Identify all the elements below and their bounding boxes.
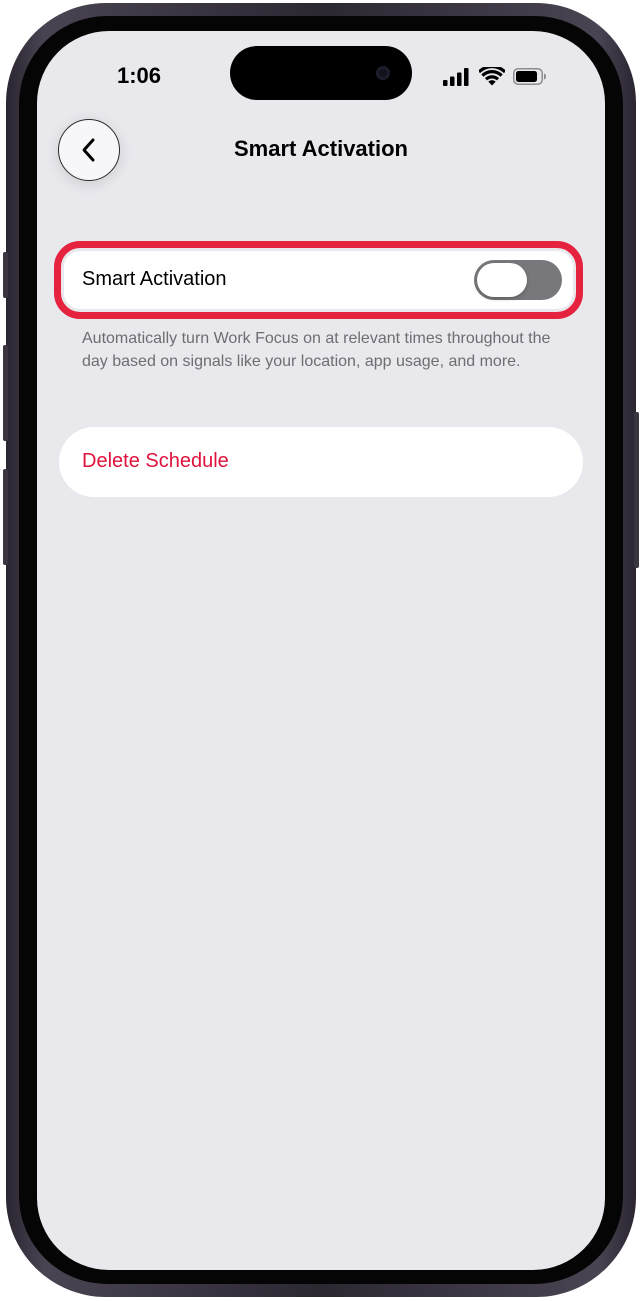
volume-down-button — [3, 469, 8, 565]
status-time: 1:06 — [117, 63, 162, 88]
wifi-icon — [479, 67, 505, 86]
volume-up-button — [3, 345, 8, 441]
delete-schedule-button[interactable]: Delete Schedule — [59, 427, 583, 497]
power-button — [634, 412, 639, 568]
cellular-signal-icon — [443, 67, 469, 86]
highlight-annotation — [54, 241, 583, 319]
dynamic-island — [230, 46, 412, 100]
smart-activation-description: Automatically turn Work Focus on at rele… — [82, 330, 551, 370]
camera-lens-icon — [376, 66, 390, 80]
status-icons — [443, 67, 547, 86]
battery-icon — [513, 68, 546, 85]
page-title: Smart Activation — [233, 136, 408, 161]
action-button — [3, 252, 8, 298]
screen: 1:06 Smart Activation Smart Activation A… — [37, 31, 605, 1270]
delete-schedule-label: Delete Schedule — [82, 450, 229, 472]
